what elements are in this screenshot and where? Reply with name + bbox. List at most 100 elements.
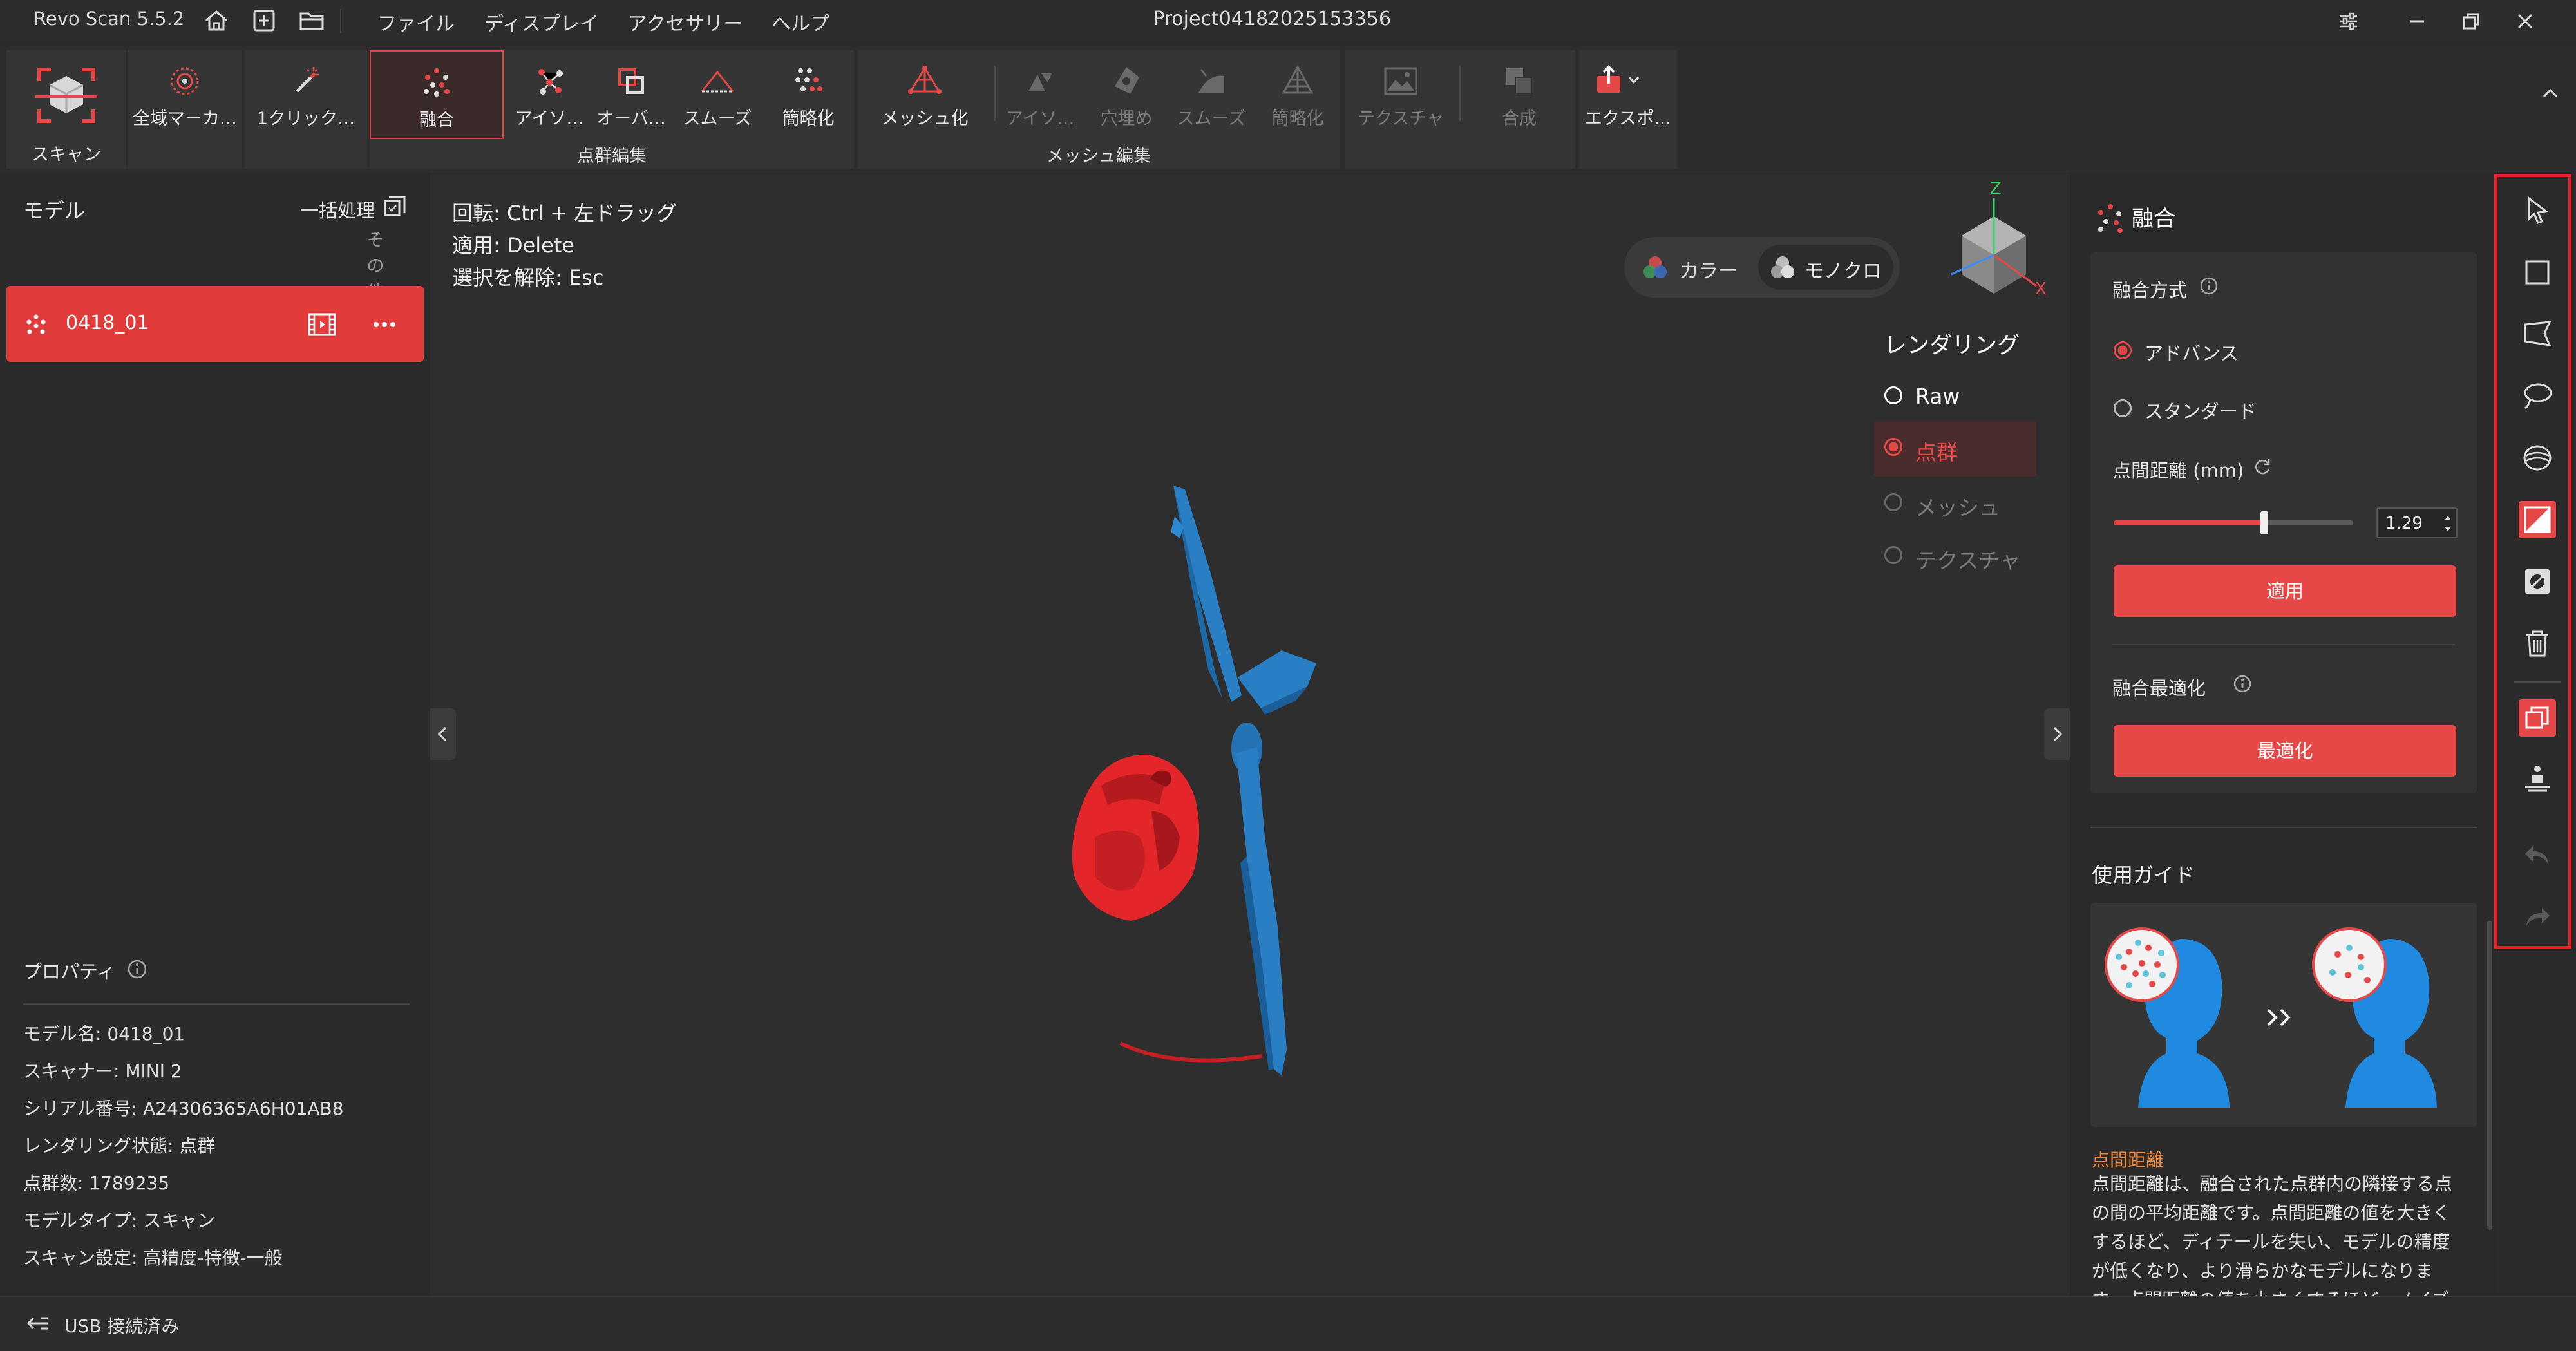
menu-display[interactable]: ディスプレイ xyxy=(484,8,599,36)
mono-toggle-button[interactable]: モノクロ xyxy=(1758,245,1893,290)
point-distance-spinbox[interactable]: 1.29 xyxy=(2376,507,2458,538)
menu-accessory[interactable]: アクセサリー xyxy=(628,8,743,36)
render-option-pointcloud[interactable]: 点群 xyxy=(1874,421,2036,477)
model-frames-icon[interactable] xyxy=(307,310,337,339)
delete-button[interactable] xyxy=(2519,625,2556,662)
mono-toggle-label: モノクロ xyxy=(1804,260,1882,283)
surface-select-button[interactable] xyxy=(2519,439,2556,477)
point-distance-slider[interactable] xyxy=(2114,511,2353,534)
mesh-smooth-button[interactable]: スムーズ xyxy=(1170,50,1253,139)
mode-advanced-option[interactable]: アドバンス xyxy=(2111,336,2317,364)
color-toggle-button[interactable]: カラー xyxy=(1632,245,1753,290)
mode-advanced-radio xyxy=(2114,341,2132,359)
simplify-label: 簡略化 xyxy=(782,109,835,129)
usb-connection-icon xyxy=(23,1308,53,1338)
surface-select-icon xyxy=(2523,445,2552,471)
simplify-icon xyxy=(795,68,822,91)
mode-standard-radio xyxy=(2114,399,2132,417)
isolate-button[interactable]: アイソ… xyxy=(509,50,590,139)
spinbox-arrows-icon[interactable] xyxy=(2442,513,2454,534)
fusion-button[interactable]: 融合 xyxy=(370,50,504,139)
export-button[interactable]: エクスポ… xyxy=(1579,50,1677,139)
menu-file[interactable]: ファイル xyxy=(377,8,455,36)
fill-holes-button[interactable]: 穴埋め xyxy=(1084,50,1168,139)
scan-icon xyxy=(35,68,97,123)
texture-button[interactable]: テクスチャ xyxy=(1345,50,1457,139)
scan-button[interactable]: スキャン xyxy=(6,50,126,169)
mesh-isolate-button[interactable]: アイソ… xyxy=(998,50,1082,139)
merge-button[interactable]: 合成 xyxy=(1463,50,1575,139)
new-project-icon[interactable] xyxy=(249,5,279,36)
close-icon[interactable] xyxy=(2509,5,2541,37)
scan-label: スキャン xyxy=(32,145,101,165)
collapse-left-panel-button[interactable] xyxy=(430,708,456,760)
collapse-toolbar-icon[interactable] xyxy=(2537,80,2563,106)
render-texture-radio xyxy=(1884,546,1902,564)
mode-standard-option[interactable]: スタンダード xyxy=(2111,394,2317,422)
slider-thumb[interactable] xyxy=(2260,511,2269,534)
blue-propeller-model xyxy=(1171,486,1316,1075)
minimize-icon[interactable] xyxy=(2401,5,2433,37)
overlap-button[interactable]: オーバ… xyxy=(592,50,670,139)
meshing-button[interactable]: メッシュ化 xyxy=(858,50,992,139)
global-marker-icon xyxy=(171,67,199,95)
hint-apply: 適用: Delete xyxy=(452,233,575,258)
one-click-button[interactable]: 1クリック… xyxy=(245,50,367,139)
apply-button[interactable]: 適用 xyxy=(2114,565,2456,617)
reset-icon[interactable] xyxy=(2251,456,2273,478)
batch-process-icon[interactable] xyxy=(383,194,407,219)
texture-group: テクスチャ 合成 xyxy=(1345,50,1575,169)
color-toggle-label: カラー xyxy=(1680,260,1738,283)
fill-holes-label: 穴埋め xyxy=(1100,109,1153,129)
copy-layer-button[interactable] xyxy=(2519,699,2556,737)
settings-sliders-icon[interactable] xyxy=(2333,5,2365,37)
redo-icon xyxy=(2526,908,2550,926)
open-folder-icon[interactable] xyxy=(296,5,327,36)
mesh-simplify-button[interactable]: 簡略化 xyxy=(1256,50,1340,139)
chevron-right-icon xyxy=(2053,726,2063,742)
3d-models-render xyxy=(1072,486,1316,1075)
polygon-select-button[interactable] xyxy=(2519,316,2556,353)
view-cube[interactable]: Z X xyxy=(1923,178,2052,307)
more-options-icon[interactable] xyxy=(368,310,401,339)
render-option-raw[interactable]: Raw xyxy=(1880,381,2038,417)
one-click-group: 1クリック… xyxy=(245,50,367,169)
invert-select-button[interactable] xyxy=(2519,563,2556,600)
render-option-mesh[interactable]: メッシュ xyxy=(1880,488,2038,524)
point-distance-label: 点間距離 (mm) xyxy=(2112,460,2244,482)
rect-select-button[interactable] xyxy=(2519,254,2556,291)
overlap-label: オーバ… xyxy=(596,109,666,129)
texture-divider xyxy=(1459,66,1461,121)
global-marker-label: 全域マーカ… xyxy=(133,109,237,129)
undo-button[interactable] xyxy=(2519,837,2556,874)
render-option-texture[interactable]: テクスチャ xyxy=(1880,541,2038,577)
optimize-info-icon[interactable] xyxy=(2232,674,2253,694)
prop-scanner: スキャナー: MINI 2 xyxy=(23,1061,182,1082)
export-group: エクスポ… xyxy=(1579,50,1677,169)
menu-help[interactable]: ヘルプ xyxy=(772,8,829,36)
optimize-button[interactable]: 最適化 xyxy=(2114,725,2456,777)
model-list-item[interactable]: 0418_01 xyxy=(6,286,424,362)
home-icon[interactable] xyxy=(201,5,232,36)
guide-scrollbar[interactable] xyxy=(2487,921,2492,1230)
restore-icon[interactable] xyxy=(2455,5,2487,37)
title-bar: Revo Scan 5.5.2 ファイル ディスプレイ アクセサリー ヘルプ P… xyxy=(0,0,2576,43)
batch-process-button[interactable]: 一括処理 xyxy=(300,196,375,223)
select-through-button[interactable] xyxy=(2519,501,2556,538)
pointcloud-edit-group: 融合 アイソ… オーバ… スムーズ 簡略化 点群編集 xyxy=(370,50,854,169)
global-marker-button[interactable]: 全域マーカ… xyxy=(128,50,242,139)
redo-button[interactable] xyxy=(2519,899,2556,936)
flat-plane-button[interactable] xyxy=(2519,761,2556,798)
rendering-title: レンダリング xyxy=(1884,333,2020,359)
properties-title: プロパティ xyxy=(23,961,116,983)
fusion-label: 融合 xyxy=(419,110,454,130)
properties-info-icon[interactable] xyxy=(126,958,148,980)
smooth-button[interactable]: スムーズ xyxy=(672,50,762,139)
trash-icon xyxy=(2526,630,2548,657)
lasso-select-button[interactable] xyxy=(2519,377,2556,415)
select-pointer-button[interactable] xyxy=(2519,192,2556,229)
simplify-button[interactable]: 簡略化 xyxy=(764,50,853,139)
fusion-mode-info-icon[interactable] xyxy=(2199,276,2219,296)
mesh-simplify-icon xyxy=(1282,64,1314,94)
collapse-right-panel-button[interactable] xyxy=(2044,708,2070,760)
